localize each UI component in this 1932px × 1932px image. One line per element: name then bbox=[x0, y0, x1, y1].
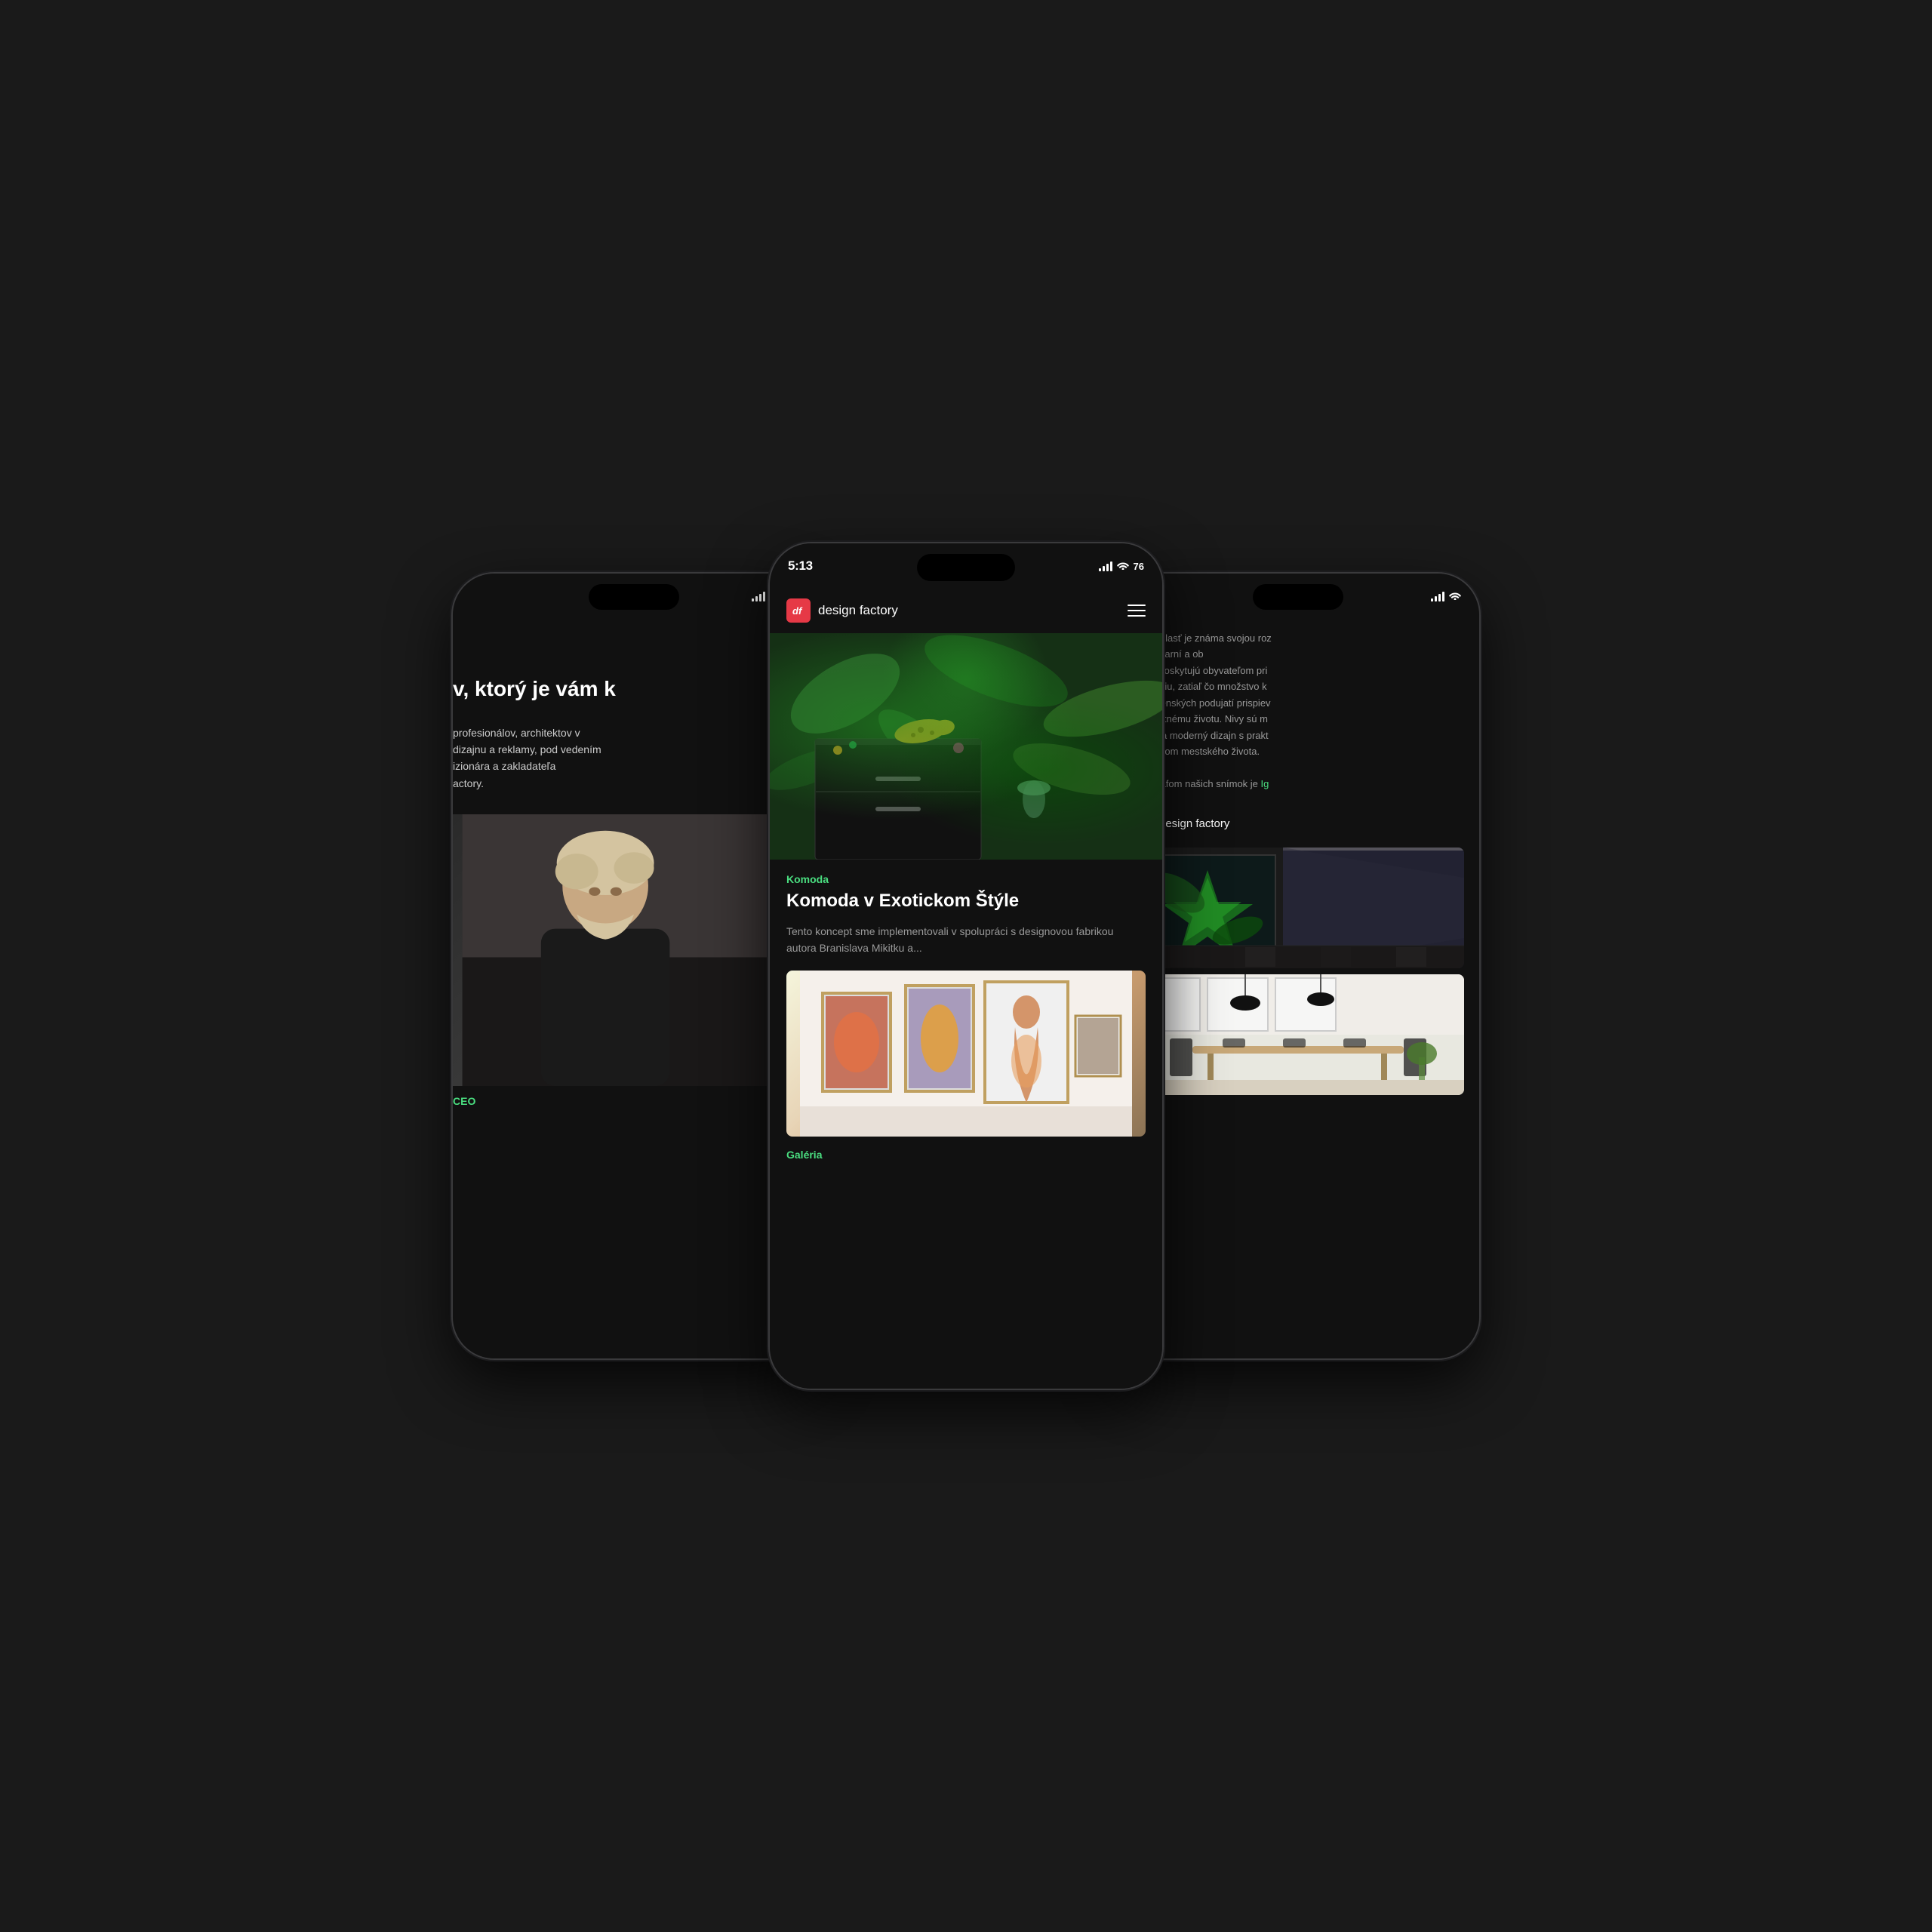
article-excerpt: Tento koncept sme implementovali v spolu… bbox=[770, 923, 1162, 971]
right-text-p3: parky poskytujú obyvateľom pri bbox=[1132, 663, 1464, 678]
signal-bar-4 bbox=[763, 592, 765, 601]
wifi-icon-right bbox=[1449, 590, 1461, 602]
right-text-p2: cií, kaviarní a ob bbox=[1132, 646, 1464, 662]
signal-bar-r3 bbox=[1438, 594, 1441, 601]
signal-bar-r2 bbox=[1435, 596, 1437, 601]
right-img-2 bbox=[1132, 974, 1464, 1095]
article-title: Komoda v Exotickom Štýle bbox=[770, 890, 1162, 923]
article-excerpt-text: Tento koncept sme implementovali v spolu… bbox=[786, 925, 1113, 954]
right-content: Táto oblasť je známa svojou roz cií, kav… bbox=[1117, 574, 1479, 1358]
right-images bbox=[1117, 840, 1479, 1095]
dynamic-island-left bbox=[589, 584, 679, 610]
signal-bar-c1 bbox=[1099, 568, 1101, 571]
signal-bar-c3 bbox=[1106, 564, 1109, 571]
wifi-icon-center bbox=[1117, 560, 1129, 572]
signal-bar-c2 bbox=[1103, 566, 1105, 571]
phones-container: 76 v, ktorý je vám k profesionálov, ar bbox=[136, 543, 1796, 1389]
right-text-p4: rekreáciu, zatiaľ čo množstvo k bbox=[1132, 678, 1464, 694]
right-link[interactable]: Ig bbox=[1261, 778, 1269, 789]
hamburger-center[interactable] bbox=[1128, 605, 1146, 617]
signal-bars-center bbox=[1099, 561, 1112, 571]
center-screen: 5:13 76 bbox=[770, 543, 1162, 1389]
phone-left: 76 v, ktorý je vám k profesionálov, ar bbox=[453, 574, 815, 1358]
dynamic-island-right bbox=[1253, 584, 1343, 610]
logo-svg: df bbox=[791, 603, 806, 618]
signal-bar-c4 bbox=[1110, 561, 1112, 571]
right-img-2-svg bbox=[1132, 974, 1464, 1095]
right-text-p8: komfortom mestského života. bbox=[1132, 743, 1464, 759]
center-nav: df design factory bbox=[770, 592, 1162, 629]
exotic-overlay bbox=[770, 633, 1162, 860]
signal-bar-1 bbox=[752, 598, 754, 601]
center-content: df design factory bbox=[770, 543, 1162, 1389]
logo-text: design factory bbox=[818, 603, 898, 618]
battery-value-center: 76 bbox=[1134, 561, 1144, 572]
right-text-p6: komunitnému životu. Nivy sú m bbox=[1132, 711, 1464, 727]
left-body-p2: dizajnu a reklamy, pod vedením bbox=[453, 741, 815, 758]
left-nav bbox=[453, 626, 815, 654]
status-icons-center: 76 bbox=[1099, 560, 1144, 572]
status-time-center: 5:13 bbox=[788, 558, 813, 574]
left-body-p1: profesionálov, architektov v bbox=[453, 724, 815, 741]
right-img-1-svg bbox=[1132, 848, 1464, 968]
hero-image-center bbox=[770, 633, 1162, 860]
dynamic-island-center bbox=[917, 554, 1015, 581]
phone-right: 5:13 bbox=[1117, 574, 1479, 1358]
status-icons-right bbox=[1431, 590, 1461, 602]
right-screen: 5:13 bbox=[1117, 574, 1479, 1358]
svg-text:df: df bbox=[792, 605, 803, 617]
left-body-p4: actory. bbox=[453, 775, 815, 792]
signal-bar-r4 bbox=[1442, 592, 1444, 601]
logo-icon: df bbox=[786, 598, 811, 623]
right-text-area: Táto oblasť je známa svojou roz cií, kav… bbox=[1117, 623, 1479, 807]
person-svg bbox=[453, 814, 815, 1086]
right-text-p1: Táto oblasť je známa svojou roz bbox=[1132, 630, 1464, 646]
gallery-image bbox=[786, 971, 1146, 1137]
gallery-svg bbox=[786, 971, 1146, 1137]
left-body-p3: izionára a zakladateľa bbox=[453, 758, 815, 774]
signal-bar-3 bbox=[759, 594, 761, 601]
gallery-category: Galéria bbox=[770, 1137, 1162, 1161]
left-heading: v, ktorý je vám k bbox=[453, 676, 815, 702]
phone-center: 5:13 76 bbox=[770, 543, 1162, 1389]
right-text-p5: spoločenských podujatí prispiev bbox=[1132, 695, 1464, 711]
left-hero-text: v, ktorý je vám k bbox=[453, 654, 815, 702]
right-img-1 bbox=[1132, 848, 1464, 968]
right-text-p9: Fotografom našich snímok je Ig bbox=[1132, 776, 1464, 792]
signal-bar-r1 bbox=[1431, 598, 1433, 601]
signal-bar-2 bbox=[755, 596, 758, 601]
left-screen: 76 v, ktorý je vám k profesionálov, ar bbox=[453, 574, 815, 1358]
right-text-p7: stretáva moderný dizajn s prakt bbox=[1132, 728, 1464, 743]
left-content: v, ktorý je vám k profesionálov, archite… bbox=[453, 574, 815, 1358]
logo-area: df design factory bbox=[786, 598, 898, 623]
left-body: profesionálov, architektov v dizajnu a r… bbox=[453, 724, 815, 792]
ceo-label: CEO bbox=[453, 1086, 815, 1107]
signal-bars-right bbox=[1431, 591, 1444, 601]
article-category: Komoda bbox=[770, 860, 1162, 890]
battery-center: 76 bbox=[1134, 561, 1144, 572]
right-logo-row: df design factory bbox=[1117, 807, 1479, 840]
right-logo-text: design factory bbox=[1159, 817, 1229, 830]
person-image bbox=[453, 814, 815, 1086]
signal-bars-left bbox=[752, 591, 765, 601]
